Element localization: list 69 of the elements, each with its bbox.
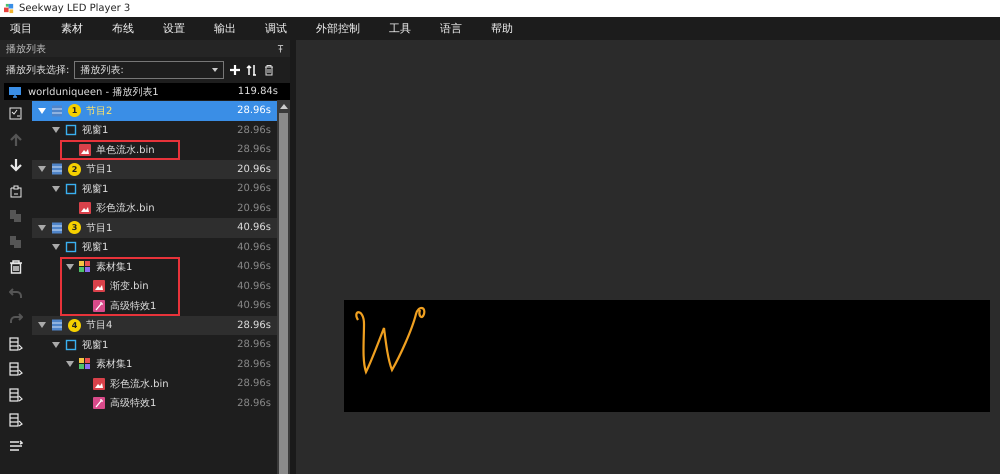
tree-row[interactable]: 高级特效1 40.96s bbox=[32, 296, 277, 316]
tree-row[interactable]: 彩色流水.bin 28.96s bbox=[32, 374, 277, 394]
tree-row[interactable]: 1 节目2 28.96s bbox=[32, 101, 277, 120]
item-name: 素材集1 bbox=[96, 260, 132, 274]
item-duration: 20.96s bbox=[237, 164, 271, 175]
selector-label: 播放列表选择: bbox=[6, 64, 70, 77]
item-duration: 28.96s bbox=[237, 398, 271, 409]
menu-item[interactable]: 工具 bbox=[389, 21, 411, 36]
panel-title: 播放列表 bbox=[6, 42, 46, 56]
item-name: 视窗1 bbox=[82, 240, 108, 254]
program-number: 2 bbox=[68, 162, 81, 176]
item-name: 彩色流水.bin bbox=[110, 378, 169, 391]
item-name: 单色流水.bin bbox=[96, 144, 155, 157]
item-duration: 28.96s bbox=[237, 124, 271, 136]
tree-row[interactable]: 3 节目1 40.96s bbox=[32, 218, 277, 238]
playlist-header-row[interactable]: worlduniqueen - 播放列表1 119.84s bbox=[4, 83, 290, 100]
item-duration: 40.96s bbox=[237, 242, 271, 253]
item-duration: 20.96s bbox=[237, 202, 271, 214]
tree-row[interactable]: 4 节目4 28.96s bbox=[32, 316, 277, 335]
item-duration: 40.96s bbox=[237, 300, 271, 312]
item-name: 渐变.bin bbox=[110, 280, 149, 294]
tree-row[interactable]: 视窗1 40.96s bbox=[32, 238, 277, 257]
menu-item[interactable]: 语言 bbox=[440, 21, 462, 36]
tree-row[interactable]: 视窗1 20.96s bbox=[32, 179, 277, 198]
item-duration: 40.96s bbox=[237, 280, 271, 292]
item-name: 节目1 bbox=[86, 222, 112, 235]
item-name: 视窗1 bbox=[82, 182, 108, 196]
item-name: 视窗1 bbox=[82, 124, 108, 138]
item-duration: 28.96s bbox=[237, 144, 271, 156]
item-name: 素材集1 bbox=[96, 358, 132, 372]
item-duration: 28.96s bbox=[237, 339, 271, 350]
playlist-dropdown[interactable]: 播放列表: bbox=[74, 61, 224, 79]
playlist-name: worlduniqueen - 播放列表1 bbox=[28, 86, 159, 98]
menu-item[interactable]: 设置 bbox=[163, 21, 185, 36]
tree-row[interactable]: 渐变.bin 40.96s bbox=[32, 276, 277, 296]
program-number: 1 bbox=[68, 104, 81, 118]
item-name: 节目1 bbox=[86, 162, 112, 176]
item-duration: 20.96s bbox=[237, 183, 271, 194]
tree-row[interactable]: 素材集1 28.96s bbox=[32, 354, 277, 374]
item-name: 节目4 bbox=[86, 318, 112, 332]
menu-item[interactable]: 外部控制 bbox=[316, 21, 360, 36]
program-number: 3 bbox=[68, 221, 81, 234]
item-name: 高级特效1 bbox=[110, 396, 156, 410]
tree-row[interactable]: 彩色流水.bin 20.96s bbox=[32, 198, 277, 218]
tree-row[interactable]: 2 节目1 20.96s bbox=[32, 160, 277, 179]
menu-item[interactable]: 调试 bbox=[265, 21, 287, 36]
item-name: 节目2 bbox=[86, 104, 112, 118]
item-duration: 28.96s bbox=[237, 320, 271, 331]
menu-item[interactable]: 项目 bbox=[10, 21, 32, 36]
playlist-duration: 119.84s bbox=[238, 86, 278, 97]
item-duration: 40.96s bbox=[237, 222, 271, 234]
item-duration: 28.96s bbox=[237, 378, 271, 390]
menu-item[interactable]: 素材 bbox=[61, 21, 83, 36]
menu-item[interactable]: 布线 bbox=[112, 21, 134, 36]
item-name: 高级特效1 bbox=[110, 300, 156, 313]
program-number: 4 bbox=[68, 318, 81, 332]
tree-row[interactable]: 单色流水.bin 28.96s bbox=[32, 140, 277, 160]
item-name: 视窗1 bbox=[82, 338, 108, 352]
item-duration: 40.96s bbox=[237, 261, 271, 272]
item-duration: 28.96s bbox=[237, 105, 271, 116]
menu-item[interactable]: 帮助 bbox=[491, 21, 513, 36]
tree-row[interactable]: 视窗1 28.96s bbox=[32, 335, 277, 354]
item-name: 彩色流水.bin bbox=[96, 202, 155, 216]
item-duration: 28.96s bbox=[237, 358, 271, 370]
tree-row[interactable]: 视窗1 28.96s bbox=[32, 120, 277, 140]
tree-row[interactable]: 高级特效1 28.96s bbox=[32, 394, 277, 413]
menu-item[interactable]: 输出 bbox=[214, 21, 236, 36]
tree-row[interactable]: 素材集1 40.96s bbox=[32, 257, 277, 276]
window-title: Seekway LED Player 3 bbox=[19, 3, 130, 14]
